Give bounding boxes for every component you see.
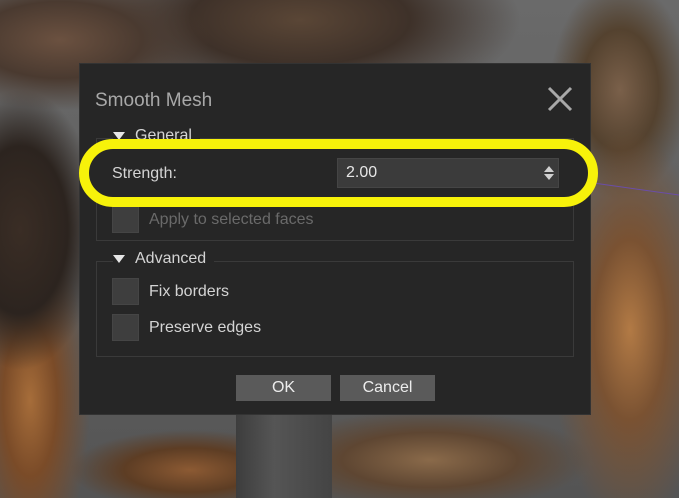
apply-selected-row[interactable]: Apply to selected faces: [112, 206, 314, 233]
fix-borders-row[interactable]: Fix borders: [112, 278, 229, 305]
apply-selected-label: Apply to selected faces: [149, 210, 314, 228]
advanced-group-title: Advanced: [135, 250, 207, 267]
cancel-button[interactable]: Cancel: [340, 375, 435, 401]
spin-up-arrow-icon[interactable]: [544, 166, 554, 172]
spin-arrows[interactable]: [540, 159, 558, 187]
dialog-title: Smooth Mesh: [95, 90, 213, 111]
fix-borders-checkbox[interactable]: [112, 278, 139, 305]
preserve-edges-row[interactable]: Preserve edges: [112, 314, 261, 341]
ok-button[interactable]: OK: [236, 375, 331, 401]
spin-down-arrow-icon[interactable]: [544, 174, 554, 180]
apply-selected-checkbox[interactable]: [112, 206, 139, 233]
strength-spinbox[interactable]: 2.00: [337, 158, 559, 188]
collapse-triangle-icon: [113, 255, 125, 263]
strength-value[interactable]: 2.00: [346, 164, 540, 182]
close-icon[interactable]: [543, 82, 577, 116]
smooth-mesh-dialog: Smooth Mesh General Apply to selected fa…: [79, 63, 591, 415]
fix-borders-label: Fix borders: [149, 282, 230, 300]
advanced-group-header[interactable]: Advanced: [113, 250, 215, 268]
strength-label: Strength:: [112, 165, 177, 182]
preserve-edges-label: Preserve edges: [149, 318, 262, 336]
axis-line: [589, 182, 679, 196]
advanced-group: Advanced Fix borders Preserve edges: [96, 250, 574, 357]
preserve-edges-checkbox[interactable]: [112, 314, 139, 341]
